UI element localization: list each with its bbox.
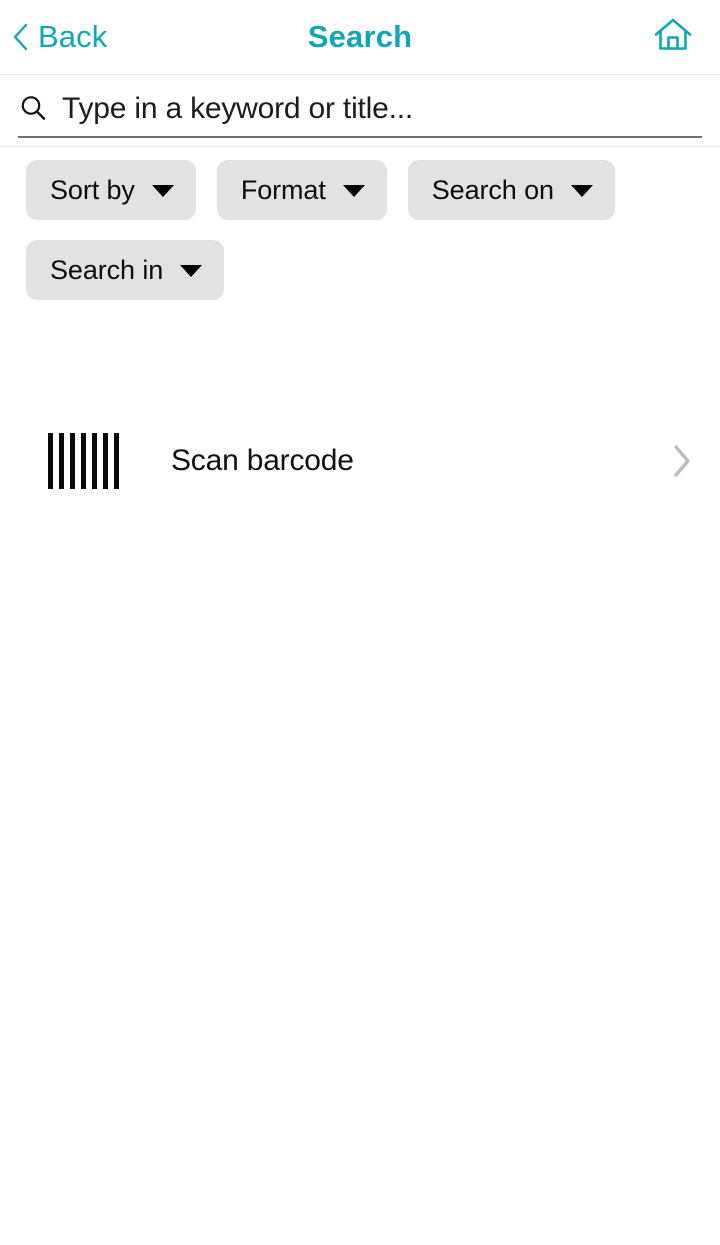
home-icon [652,15,694,60]
scan-barcode-label: Scan barcode [171,444,354,477]
chevron-down-icon [151,185,174,197]
filter-chip-label: Search on [431,174,554,205]
chevron-down-icon [180,265,203,277]
search-icon [18,93,48,125]
filter-chip-label: Search in [50,254,164,285]
chevron-left-icon [12,23,28,51]
search-placeholder-text: Type in a keyword or title... [62,91,414,125]
filter-chip-search-in[interactable]: Search in [26,240,225,300]
scan-barcode-row[interactable]: Scan barcode [0,422,720,500]
back-label: Back [38,19,108,54]
filter-chip-format[interactable]: Format [216,160,387,220]
chevron-right-icon [670,442,694,480]
app-header: Back Search [0,0,720,75]
filter-chip-label: Format [240,174,326,205]
filter-chip-label: Sort by [50,174,135,205]
back-button[interactable]: Back [12,0,107,74]
chevron-down-icon [342,185,365,197]
search-input[interactable]: Type in a keyword or title... [18,81,702,138]
filter-chip-sort-by[interactable]: Sort by [26,160,196,220]
home-button[interactable] [652,0,694,74]
chevron-down-icon [570,185,593,197]
filter-chip-group: Sort by Format Search on Search in [0,147,686,300]
search-bar: Type in a keyword or title... [0,75,720,147]
filter-chip-search-on[interactable]: Search on [407,160,615,220]
barcode-icon [48,433,119,489]
page-title: Search [307,19,413,54]
